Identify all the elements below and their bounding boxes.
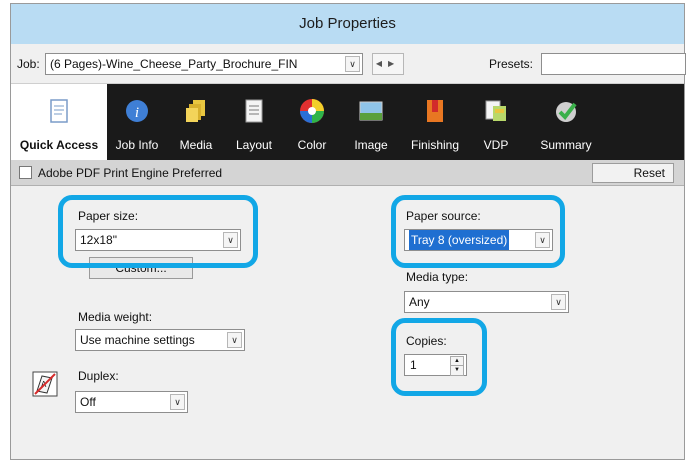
svg-text:i: i [135, 105, 139, 121]
finishing-icon [427, 100, 443, 122]
job-label: Job: [17, 57, 40, 71]
layout-icon [245, 99, 263, 123]
media-weight-select[interactable]: Use machine settings ∨ [75, 329, 245, 351]
duplex-select[interactable]: Off ∨ [75, 391, 188, 413]
image-icon [359, 101, 383, 121]
paper-size-value: 12x18" [80, 233, 117, 247]
tab-label: Image [354, 138, 388, 152]
copies-stepper[interactable]: 1 ▲ ▼ [404, 354, 467, 376]
job-properties-window: Job Properties Job: (6 Pages)-Wine_Chees… [10, 3, 686, 460]
tab-label: Summary [540, 138, 592, 152]
options-bar: Adobe PDF Print Engine Preferred Reset [11, 160, 684, 186]
summary-check-icon [556, 102, 577, 122]
tab-layout[interactable]: Layout [225, 84, 283, 160]
chevron-down-icon[interactable]: ∨ [345, 56, 360, 72]
presets-label: Presets: [489, 57, 534, 71]
paper-source-select[interactable]: Tray 8 (oversized) ∨ [404, 229, 553, 251]
tab-image[interactable]: Image [341, 84, 401, 160]
tab-label: Media [179, 138, 213, 152]
media-weight-value: Use machine settings [80, 333, 195, 347]
media-type-value: Any [409, 295, 430, 309]
chevron-down-icon[interactable]: ∨ [551, 294, 566, 310]
tab-summary[interactable]: Summary [523, 84, 609, 160]
media-type-label: Media type: [406, 270, 469, 284]
job-nav-buttons[interactable]: ◀▶ [372, 53, 404, 75]
tab-label: Finishing [410, 138, 460, 152]
tab-finishing[interactable]: Finishing [401, 84, 469, 160]
copies-value: 1 [410, 358, 417, 372]
paper-size-label: Paper size: [78, 209, 139, 223]
tab-media[interactable]: Media [167, 84, 225, 160]
job-bar: Job: (6 Pages)-Wine_Cheese_Party_Brochur… [11, 44, 686, 84]
custom-button[interactable]: Custom... [89, 257, 193, 279]
tab-vdp[interactable]: VDP [469, 84, 523, 160]
tab-color[interactable]: Color [283, 84, 341, 160]
media-type-select[interactable]: Any ∨ [404, 291, 569, 313]
duplex-label: Duplex: [78, 369, 119, 383]
chevron-down-icon[interactable]: ∨ [535, 232, 550, 248]
duplex-value: Off [80, 395, 96, 409]
vdp-icon [485, 100, 506, 121]
tab-label: Quick Access [19, 138, 99, 152]
tab-label: Color [297, 138, 327, 152]
tab-label: Job Info [115, 138, 159, 152]
window-title: Job Properties [11, 4, 684, 44]
tab-toolbar: Quick Access i Job Info Media Layout Col… [11, 84, 684, 160]
presets-select[interactable] [541, 53, 686, 75]
tab-label: VDP [483, 138, 509, 152]
paper-source-value: Tray 8 (oversized) [409, 230, 510, 250]
chevron-down-icon[interactable]: ∨ [223, 232, 238, 248]
duplex-icon: A [32, 371, 58, 397]
job-select[interactable]: (6 Pages)-Wine_Cheese_Party_Brochure_FIN… [45, 53, 363, 75]
job-select-value: (6 Pages)-Wine_Cheese_Party_Brochure_FIN [50, 57, 298, 71]
quick-access-icon [50, 99, 68, 123]
pdf-engine-label: Adobe PDF Print Engine Preferred [38, 166, 223, 180]
media-icon [186, 100, 205, 122]
info-icon: i [126, 100, 148, 122]
paper-size-select[interactable]: 12x18" ∨ [75, 229, 241, 251]
chevron-down-icon[interactable]: ∨ [170, 394, 185, 410]
spin-down-icon[interactable]: ▼ [450, 365, 464, 376]
pdf-engine-checkbox[interactable] [19, 166, 32, 179]
color-wheel-icon [300, 99, 324, 123]
reset-button[interactable]: Reset [592, 163, 674, 183]
tab-label: Layout [235, 138, 273, 152]
chevron-down-icon[interactable]: ∨ [227, 332, 242, 348]
tab-quick-access[interactable]: Quick Access [11, 84, 107, 160]
paper-source-label: Paper source: [406, 209, 481, 223]
copies-label: Copies: [406, 334, 447, 348]
tab-job-info[interactable]: i Job Info [107, 84, 167, 160]
media-weight-label: Media weight: [78, 310, 153, 324]
